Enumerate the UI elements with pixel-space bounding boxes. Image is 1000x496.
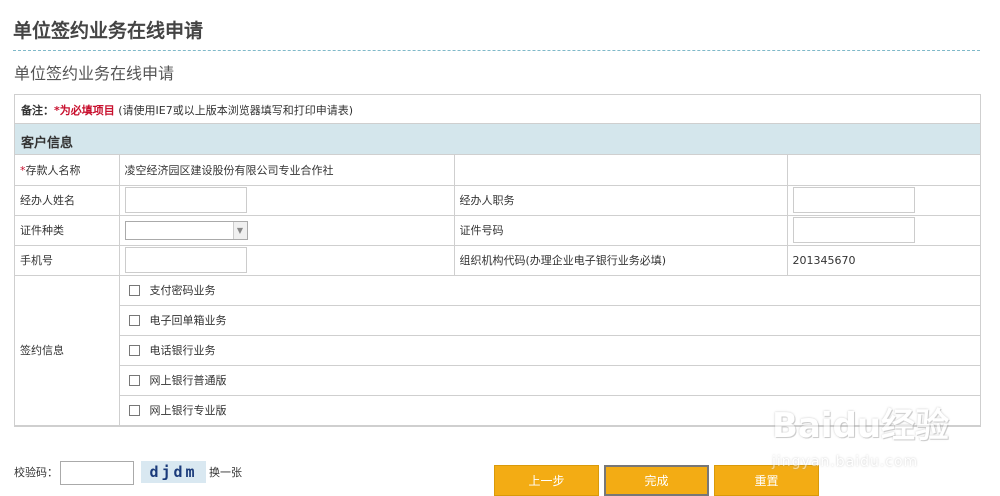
customer-info-table: *存款人名称 凌空经济园区建设股份有限公司专业合作社 经办人姓名 经办人职务 证… [15, 155, 980, 426]
captcha-label: 校验码： [14, 466, 58, 479]
phone-input[interactable] [124, 247, 247, 273]
phone-label: 手机号 [15, 244, 120, 276]
signing-label: 签约信息 [15, 274, 120, 426]
signing-option-label: 网上银行普通版 [149, 374, 227, 387]
table-row: 电话银行业务 [15, 334, 980, 366]
title-divider [13, 50, 980, 51]
table-row: *存款人名称 凌空经济园区建设股份有限公司专业合作社 [15, 155, 980, 186]
signing-option-row: 网上银行专业版 [119, 394, 980, 426]
signing-option-label: 电子回单箱业务 [149, 314, 227, 327]
agent-name-label: 经办人姓名 [15, 184, 120, 216]
application-form: 备注：*为必填项目 (请使用IE7或以上版本浏览器填写和打印申请表) 客户信息 … [14, 94, 981, 427]
checkbox[interactable] [128, 374, 140, 386]
id-type-label: 证件种类 [15, 214, 120, 246]
browser-note: (请使用IE7或以上版本浏览器填写和打印申请表) [118, 104, 354, 117]
id-type-select[interactable]: ▼ [124, 220, 248, 240]
checkbox[interactable] [128, 314, 140, 326]
table-row: 网上银行普通版 [15, 364, 980, 396]
id-number-cell [786, 214, 980, 246]
signing-option-row: 电话银行业务 [119, 334, 980, 366]
note-label: 备注： [21, 104, 54, 117]
signing-option-row: 网上银行普通版 [119, 364, 980, 396]
checkbox[interactable] [128, 284, 140, 296]
table-row: 经办人姓名 经办人职务 [15, 184, 980, 216]
agent-title-label: 经办人职务 [453, 184, 788, 216]
table-row: 签约信息 支付密码业务 [15, 274, 980, 426]
checkbox[interactable] [128, 344, 140, 356]
empty-cell [786, 155, 980, 186]
org-code-label: 组织机构代码(办理企业电子银行业务必填) [453, 244, 788, 276]
page-subtitle: 单位签约业务在线申请 [14, 64, 175, 83]
id-number-label: 证件号码 [453, 214, 788, 246]
required-note: *为必填项目 [54, 104, 115, 117]
agent-title-input[interactable] [792, 187, 915, 213]
section-header-customer-info: 客户信息 [15, 124, 980, 155]
signing-option-row: 电子回单箱业务 [119, 304, 980, 336]
refresh-captcha-link[interactable]: 换一张 [209, 464, 242, 480]
signing-option-label: 网上银行专业版 [149, 404, 227, 417]
captcha-image: djdm [141, 461, 206, 483]
signing-option-row: 支付密码业务 [118, 274, 980, 306]
depositor-label: 存款人名称 [25, 163, 81, 177]
note-row: 备注：*为必填项目 (请使用IE7或以上版本浏览器填写和打印申请表) [15, 95, 980, 124]
agent-name-cell [118, 184, 455, 216]
org-code-value: 201345670 [786, 244, 980, 276]
agent-title-cell [786, 184, 980, 216]
phone-cell [118, 244, 455, 276]
empty-cell [453, 155, 788, 186]
table-row: 手机号 组织机构代码(办理企业电子银行业务必填) 201345670 [15, 244, 980, 276]
done-button[interactable]: 完成 [604, 465, 709, 496]
agent-name-input[interactable] [124, 187, 247, 213]
checkbox[interactable] [128, 404, 140, 416]
signing-option-label: 电话银行业务 [149, 344, 216, 357]
signing-option-label: 支付密码业务 [149, 284, 216, 297]
table-row: 网上银行专业版 [15, 394, 980, 426]
captcha-input[interactable] [60, 461, 134, 485]
prev-button[interactable]: 上一步 [494, 465, 599, 496]
id-number-input[interactable] [792, 217, 915, 243]
depositor-value: 凌空经济园区建设股份有限公司专业合作社 [118, 155, 455, 186]
table-row: 电子回单箱业务 [15, 304, 980, 336]
table-row: 证件种类 ▼ 证件号码 [15, 214, 980, 246]
chevron-down-icon[interactable]: ▼ [232, 221, 247, 239]
reset-button[interactable]: 重置 [714, 465, 819, 496]
depositor-label-cell: *存款人名称 [15, 155, 120, 186]
page-title: 单位签约业务在线申请 [13, 20, 204, 42]
id-type-cell: ▼ [118, 214, 455, 246]
